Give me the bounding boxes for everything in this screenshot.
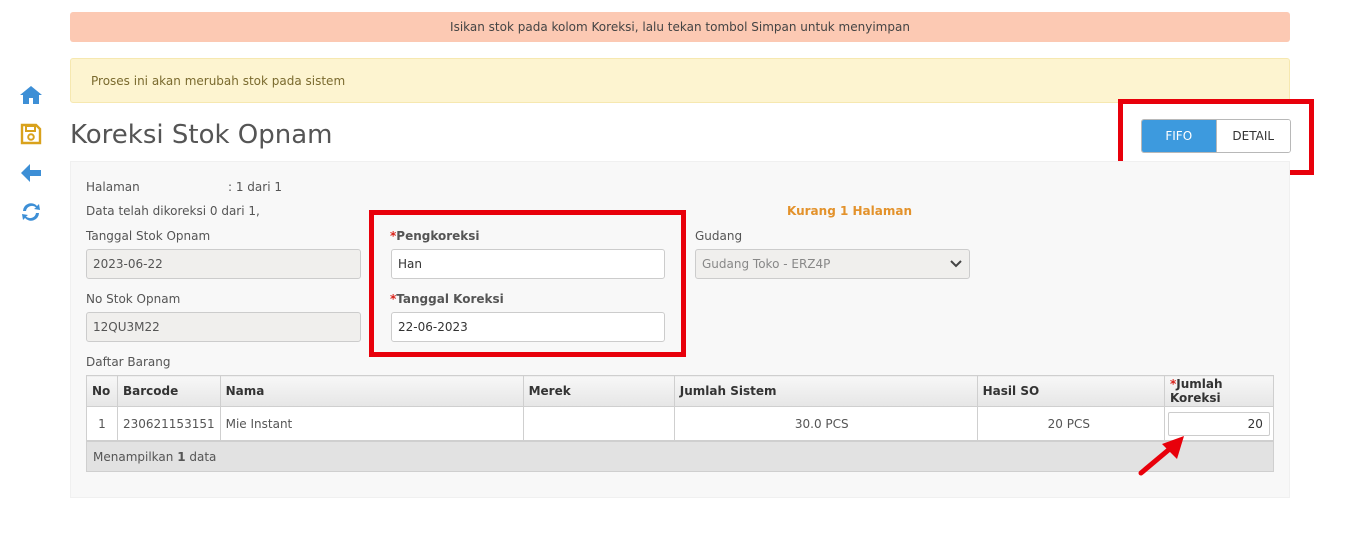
- column-header-merek: Merek: [522, 375, 675, 407]
- save-icon[interactable]: [18, 121, 44, 147]
- warning-alert: Proses ini akan merubah stok pada sistem: [70, 58, 1290, 103]
- no-stok-opnam-label: No Stok Opnam: [86, 292, 181, 306]
- halaman-value: : 1 dari 1: [228, 180, 282, 194]
- column-header-jumlah-sistem: Jumlah Sistem: [673, 375, 978, 407]
- pengkoreksi-input[interactable]: Han: [391, 249, 665, 279]
- table-footer: Menampilkan 1 data: [86, 441, 1274, 472]
- cell-merek: [522, 406, 675, 441]
- cell-nama: Mie Instant: [219, 406, 524, 441]
- fifo-button[interactable]: FIFO: [1142, 120, 1216, 152]
- footer-prefix: Menampilkan: [93, 450, 178, 464]
- info-alert: Isikan stok pada kolom Koreksi, lalu tek…: [70, 12, 1290, 42]
- back-arrow-icon[interactable]: [18, 160, 44, 186]
- daftar-barang-caption: Daftar Barang: [86, 355, 171, 369]
- column-header-barcode: Barcode: [116, 375, 221, 407]
- tanggal-stok-opnam-field: 2023-06-22: [86, 249, 361, 279]
- column-header-hasil-so: Hasil SO: [976, 375, 1165, 407]
- pengkoreksi-label-text: Pengkoreksi: [396, 229, 480, 243]
- halaman-label: Halaman: [86, 180, 140, 194]
- table-header-row: No Barcode Nama Merek Jumlah Sistem Hasi…: [86, 375, 1275, 407]
- page-title: Koreksi Stok Opnam: [70, 120, 333, 150]
- footer-count: 1: [177, 450, 186, 464]
- footer-suffix: data: [185, 450, 217, 464]
- cell-no: 1: [86, 406, 118, 441]
- items-table: No Barcode Nama Merek Jumlah Sistem Hasi…: [86, 375, 1275, 441]
- gudang-select[interactable]: Gudang Toko - ERZ4P: [695, 249, 970, 279]
- tanggal-koreksi-label: *Tanggal Koreksi: [390, 292, 504, 306]
- home-icon[interactable]: [18, 82, 44, 108]
- column-header-no: No: [86, 375, 118, 407]
- pengkoreksi-label: *Pengkoreksi: [390, 229, 480, 243]
- chevron-down-icon: [950, 260, 962, 268]
- no-stok-opnam-field: 12QU3M22: [86, 312, 361, 342]
- refresh-icon[interactable]: [18, 199, 44, 225]
- tanggal-stok-opnam-label: Tanggal Stok Opnam: [86, 229, 211, 243]
- tanggal-koreksi-label-text: Tanggal Koreksi: [396, 292, 504, 306]
- pointer-arrow-icon: [1138, 436, 1184, 476]
- corrected-status: Data telah dikoreksi 0 dari 1,: [86, 204, 260, 218]
- tanggal-koreksi-input[interactable]: 22-06-2023: [391, 312, 665, 342]
- gudang-label: Gudang: [695, 229, 743, 243]
- column-header-jumlah-koreksi-text: Jumlah Koreksi: [1169, 377, 1223, 405]
- remaining-pages-notice: Kurang 1 Halaman: [787, 204, 912, 218]
- gudang-selected-value: Gudang Toko - ERZ4P: [702, 257, 831, 271]
- column-header-jumlah-koreksi: *Jumlah Koreksi: [1163, 375, 1275, 407]
- sidebar: [18, 82, 44, 238]
- column-header-nama: Nama: [219, 375, 524, 407]
- cell-barcode: 230621153151: [116, 406, 221, 441]
- cell-jumlah-sistem: 30.0 PCS: [673, 406, 978, 441]
- fifo-detail-toggle: FIFO DETAIL: [1141, 119, 1291, 153]
- detail-button[interactable]: DETAIL: [1215, 120, 1290, 152]
- table-row: 1 230621153151 Mie Instant 30.0 PCS 20 P…: [86, 406, 1275, 441]
